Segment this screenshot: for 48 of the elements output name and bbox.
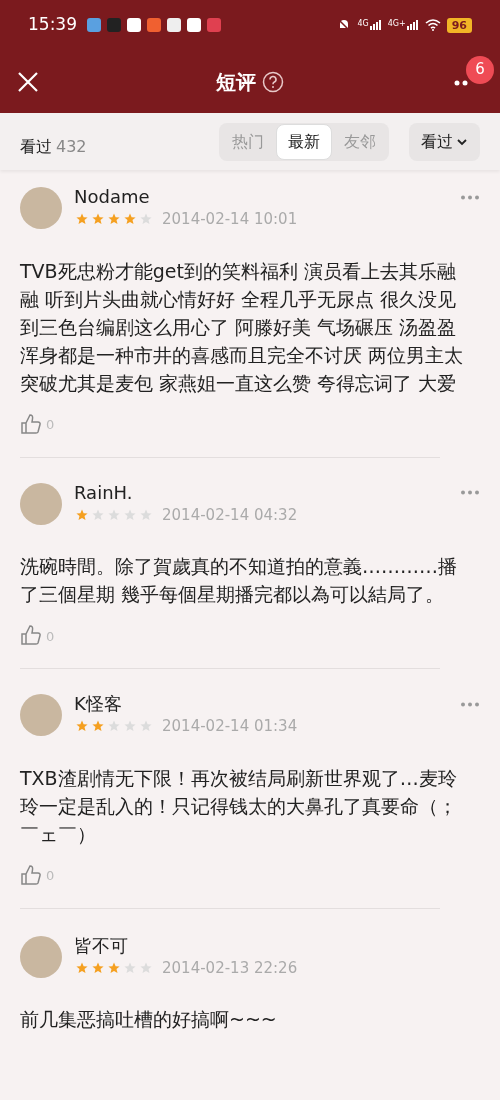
filter-dropdown[interactable]: 看过 [409, 122, 480, 161]
status-time: 15:39 [28, 13, 77, 37]
count-label: 看过 [20, 135, 52, 158]
signal-icon [369, 20, 382, 30]
more-options-button[interactable] [460, 701, 480, 707]
battery-indicator: 96 [446, 17, 472, 33]
review-text: 洗碗時間。除了賀歲真的不知道拍的意義…………播了三個星期 幾乎每個星期播完都以為可以結局了。 [20, 554, 458, 607]
app-notification-icon [87, 18, 101, 32]
network-label: 4G [357, 20, 369, 28]
user-avatar[interactable] [20, 935, 62, 978]
username[interactable]: Nodame [74, 186, 298, 208]
thumbs-up-icon[interactable] [20, 412, 42, 435]
more-button[interactable] [454, 79, 470, 86]
review-text: TXB渣剧情无下限！再次被结局刷新世界观了…麦玲玲一定是乱入的！只记得钱太的大鼻孔了真要命（；￣ェ￣） [20, 765, 458, 847]
like-count: 0 [46, 627, 55, 646]
app-notification-icon [207, 18, 221, 32]
sort-tab[interactable]: 最新 [276, 123, 332, 160]
app-notification-icon [127, 18, 141, 32]
notification-badge: 6 [466, 55, 494, 84]
chevron-down-icon [456, 136, 468, 147]
more-options-button[interactable] [460, 194, 480, 200]
review-text: 前几集恶搞吐槽的好搞啊~~~ [20, 1007, 278, 1032]
page-title: 短评 [216, 68, 256, 96]
username[interactable]: K怪客 [74, 693, 298, 715]
user-avatar[interactable] [20, 694, 62, 737]
more-options-button[interactable] [460, 489, 480, 496]
username[interactable]: 皆不可 [74, 934, 298, 957]
signal-icon [406, 20, 419, 30]
count-value: 432 [56, 135, 87, 158]
review-date: 2014-02-13 22:26 [162, 957, 298, 979]
app-notification-icon [167, 18, 181, 32]
review-date: 2014-02-14 10:01 [162, 209, 298, 230]
app-notification-icon [107, 18, 121, 32]
thumbs-up-icon[interactable] [20, 863, 42, 886]
app-notification-icon [187, 18, 201, 32]
username[interactable]: RainH. [74, 481, 298, 504]
wifi-icon [424, 19, 441, 31]
review-text: TVB死忠粉才能get到的笑料福利 演员看上去其乐融融 听到片头曲就心情好好 全程几乎无尿点 很久没见到三色台编剧这么用心了 阿滕好美 气场碾压 汤盈盈浑身都是一种市井的喜感而且完全不讨厌 两位男主太突破尤其是麦包 家燕姐一直这么赞 夸得忘词了 大爱 [20, 258, 465, 396]
like-count: 0 [46, 416, 55, 434]
like-count: 0 [46, 867, 55, 885]
review-date: 2014-02-14 04:32 [162, 504, 298, 526]
help-icon[interactable] [262, 70, 284, 93]
review-date: 2014-02-14 01:34 [162, 716, 298, 737]
user-avatar[interactable] [20, 187, 62, 230]
app-notification-icon [147, 18, 161, 32]
thumbs-up-icon[interactable] [20, 624, 42, 646]
network-label: 4G+ [387, 20, 406, 28]
user-avatar[interactable] [20, 482, 62, 525]
